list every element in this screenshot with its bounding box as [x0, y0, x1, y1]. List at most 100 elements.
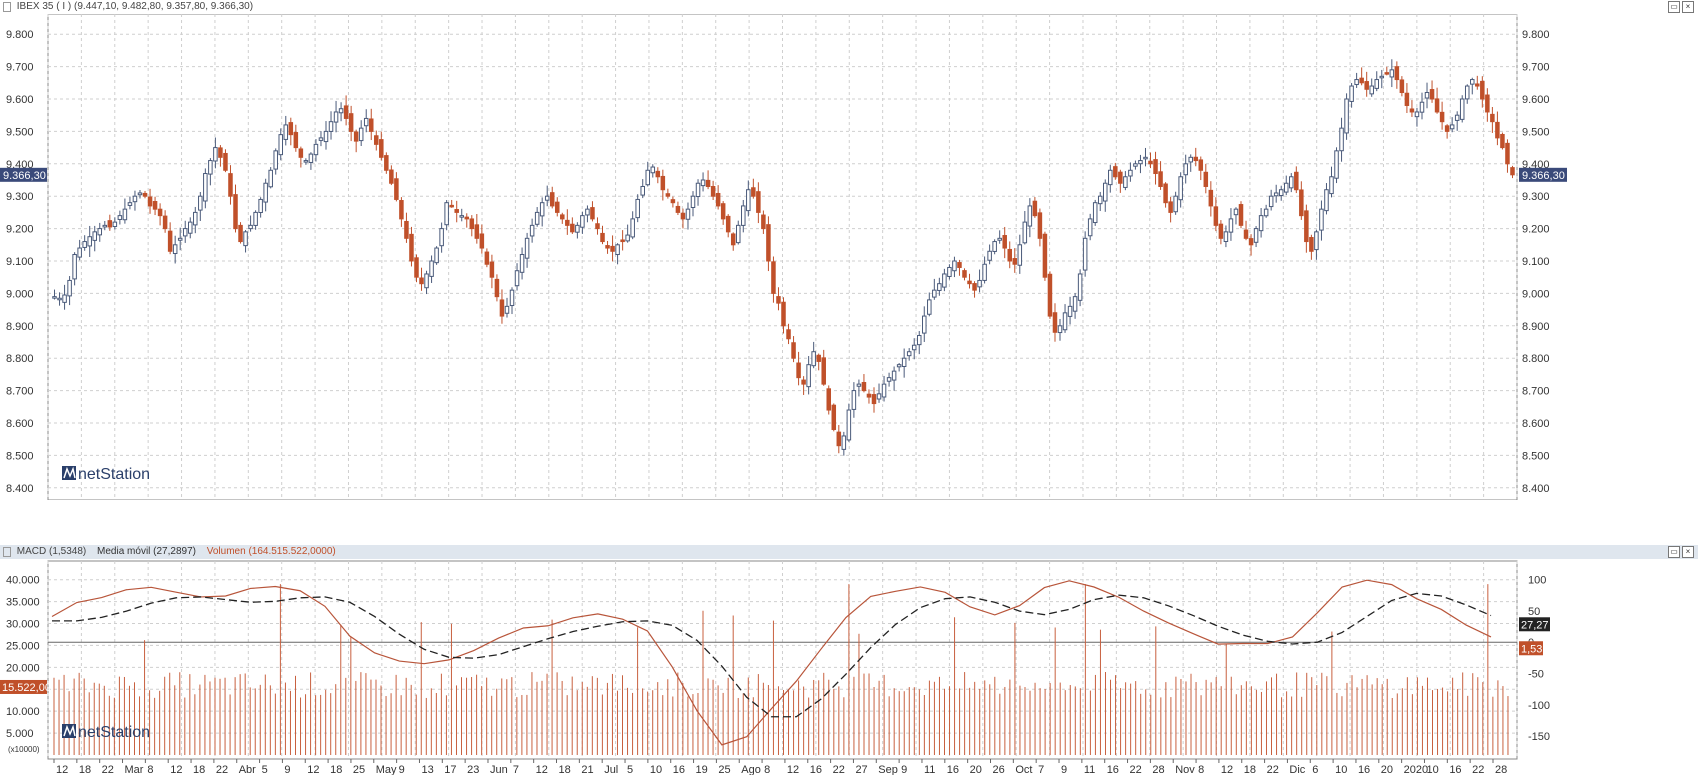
- candle-bearish: [796, 362, 801, 379]
- candle-bearish: [549, 192, 555, 207]
- x-tick-label: 12: [56, 764, 68, 775]
- candle-bearish: [368, 118, 374, 132]
- candle-bullish: [690, 195, 696, 208]
- candle-bullish: [1374, 79, 1380, 89]
- candle-bullish: [997, 237, 1002, 241]
- candle-bearish: [595, 223, 600, 230]
- candle-bearish: [620, 239, 625, 243]
- candle-bullish: [1097, 195, 1103, 205]
- price-chart[interactable]: 9.800 9.800 9.700 9.700 9.600 9.600 9.500 9.500…: [0, 14, 1698, 500]
- candle: [384, 152, 389, 174]
- candle-bullish: [434, 247, 439, 264]
- panel-handle-icon[interactable]: [3, 547, 11, 557]
- legend-volume: Volumen (164.515.522,0000): [206, 546, 336, 557]
- volume-tick-label: 25.000: [6, 640, 40, 652]
- x-tick-label: 18: [193, 764, 205, 775]
- candle-bullish: [1278, 189, 1284, 197]
- candle-bearish: [1193, 156, 1199, 162]
- candle-bullish: [806, 364, 811, 388]
- candle-bullish: [1329, 176, 1334, 195]
- candle-bearish: [1304, 210, 1309, 243]
- candle-bullish: [1379, 75, 1385, 79]
- candle-bullish: [1178, 176, 1183, 201]
- close-icon[interactable]: ×: [1682, 1, 1694, 13]
- restore-icon[interactable]: ▭: [1668, 546, 1680, 558]
- candle-bullish: [1123, 176, 1128, 188]
- candle-bearish: [1309, 237, 1314, 252]
- y-tick-label-right: 9.600: [1522, 94, 1550, 106]
- candle-bullish: [1223, 231, 1229, 243]
- candle-bearish: [730, 233, 736, 246]
- restore-icon[interactable]: ▭: [1668, 1, 1680, 13]
- candle-bullish: [695, 182, 701, 198]
- candle-bearish: [1032, 200, 1038, 217]
- candle-bullish: [1087, 218, 1093, 237]
- candle-bearish: [836, 431, 842, 447]
- x-tick-label: 23: [467, 764, 479, 775]
- candle: [1082, 231, 1088, 277]
- candle-bearish: [499, 299, 505, 317]
- candle-bearish: [1158, 171, 1163, 187]
- x-tick-label: May: [376, 764, 397, 775]
- candle-bearish: [293, 132, 299, 149]
- candle-bullish: [1319, 208, 1324, 231]
- candle-bullish: [1258, 215, 1264, 232]
- y-tick-label-left: 9.200: [6, 224, 34, 236]
- indicator-panel-titlebar: MACD (1,5348) Media móvil (27,2897) Volu…: [0, 545, 1698, 559]
- x-tick-label: 16: [947, 764, 959, 775]
- candle-bearish: [871, 394, 877, 405]
- y-tick-label-right: 8.400: [1522, 483, 1550, 495]
- x-tick-label: 12: [170, 764, 182, 775]
- candle-bearish: [147, 196, 153, 207]
- candle-bearish: [1168, 201, 1173, 213]
- candle-bullish: [987, 250, 992, 261]
- candle-bearish: [167, 230, 173, 252]
- candle-bearish: [238, 224, 243, 243]
- indicator-panel: MACD (1,5348) Media móvil (27,2897) Volu…: [0, 545, 1698, 775]
- candle-bullish: [268, 169, 273, 188]
- candle-bullish: [177, 237, 183, 241]
- candle-bearish: [670, 199, 676, 204]
- close-icon[interactable]: ×: [1682, 546, 1694, 558]
- candle-bullish: [876, 393, 882, 400]
- candle-bearish: [142, 192, 148, 197]
- x-tick-label: 8: [764, 764, 770, 775]
- macd-tick-label: 100: [1528, 575, 1546, 587]
- candle-bearish: [1153, 159, 1158, 175]
- candle-bullish: [1449, 124, 1455, 130]
- candle-bullish: [1454, 114, 1460, 121]
- price-panel: IBEX 35 ( I ) (9.447,10, 9.482,80, 9.357…: [0, 0, 1698, 500]
- x-tick-label: 18: [1244, 764, 1256, 775]
- candle-bearish: [1409, 108, 1415, 113]
- x-tick-label: 22: [833, 764, 845, 775]
- x-tick-label: 2020: [1404, 764, 1428, 775]
- candle-bullish: [1344, 98, 1349, 134]
- panel-handle-icon[interactable]: [3, 2, 11, 12]
- candle-bearish: [353, 131, 359, 142]
- candle-bullish: [509, 289, 515, 307]
- candle-bullish: [977, 279, 982, 288]
- candle-bullish: [746, 189, 751, 212]
- candle-bearish: [766, 224, 771, 262]
- x-tick-label: 16: [1358, 764, 1370, 775]
- netstation-logo-text: netStation: [78, 724, 150, 741]
- x-tick-label: 5: [262, 764, 268, 775]
- candle-bullish: [1017, 244, 1023, 266]
- indicator-chart[interactable]: 40.00035.00030.00025.00020.00015.00010.0…: [0, 559, 1698, 775]
- candle: [1092, 199, 1098, 226]
- candle-bullish: [1459, 98, 1465, 120]
- candle: [1042, 231, 1048, 281]
- x-tick-label: 10: [1426, 764, 1438, 775]
- candle-bearish: [228, 173, 233, 197]
- candle-bearish: [1384, 72, 1390, 75]
- candle-bullish: [1102, 182, 1108, 202]
- macd-tick-label: 50: [1528, 606, 1540, 618]
- candle-bullish: [519, 254, 525, 273]
- x-tick-label: 19: [696, 764, 708, 775]
- candle-bearish: [675, 205, 681, 213]
- y-tick-label-right: 8.600: [1522, 418, 1550, 430]
- volume-badge: 15.522,00: [2, 682, 51, 694]
- candle-bearish: [1248, 238, 1254, 246]
- x-tick-label: 12: [787, 764, 799, 775]
- candle-bearish: [1485, 94, 1490, 113]
